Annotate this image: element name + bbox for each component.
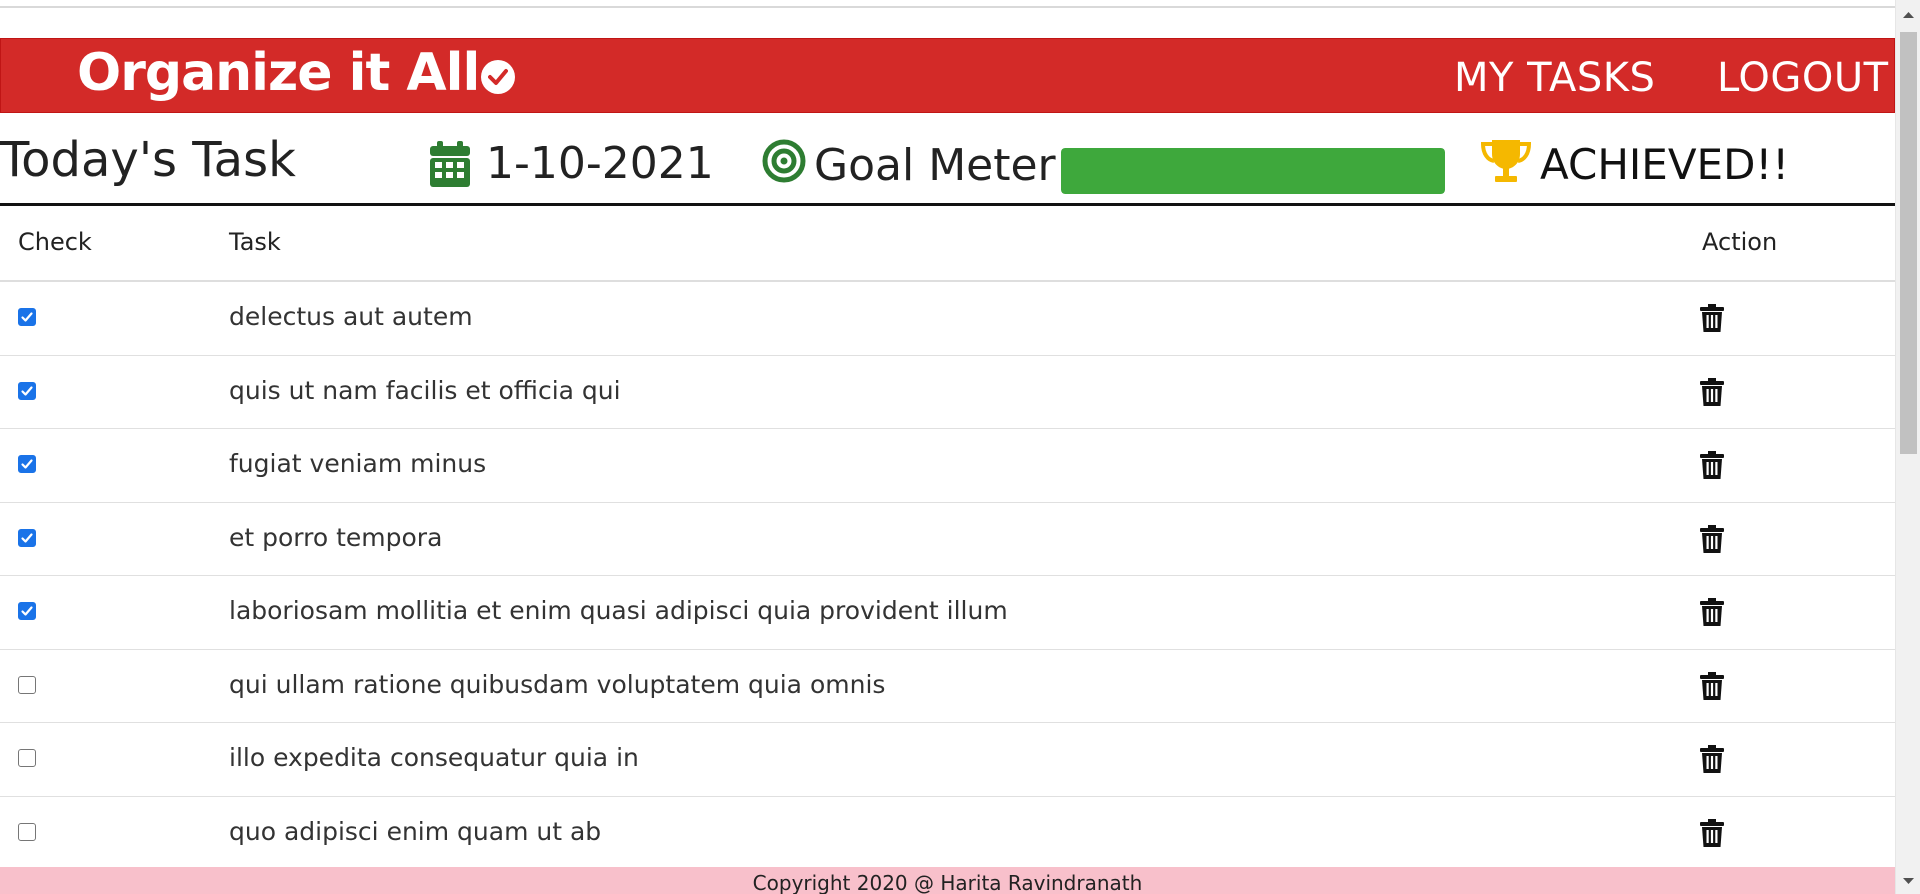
table-header: Check Task Action — [0, 210, 1895, 282]
trophy-icon — [1480, 140, 1532, 182]
trash-icon[interactable] — [1700, 671, 1724, 700]
goal-status: ACHIEVED!! — [1540, 140, 1790, 189]
info-bar: Today's Task 1-10-2021 Goal Meter ACHIEV… — [0, 114, 1895, 206]
nav-my-tasks[interactable]: MY TASKS — [1454, 55, 1655, 101]
table-row: laboriosam mollitia et enim quasi adipis… — [0, 576, 1895, 650]
check-circle-icon — [481, 60, 516, 94]
table-row: delectus aut autem — [0, 282, 1895, 356]
task-checkbox[interactable] — [18, 381, 36, 400]
trash-icon[interactable] — [1700, 304, 1724, 332]
trash-icon[interactable] — [1700, 598, 1724, 626]
window-top-border — [0, 6, 1895, 8]
task-text: quo adipisci enim quam ut ab — [229, 816, 602, 846]
task-table: Check Task Action delectus aut autem quis… — [0, 210, 1895, 870]
goal-meter-fill — [1061, 148, 1445, 194]
trash-icon[interactable] — [1700, 524, 1724, 553]
table-row: qui ullam ratione quibusdam voluptatem q… — [0, 650, 1895, 723]
task-text: qui ullam ratione quibusdam voluptatem q… — [229, 669, 886, 699]
footer: Copyright 2020 @ Harita Ravindranath — [0, 867, 1895, 894]
table-row: quo adipisci enim quam ut ab — [0, 797, 1895, 870]
brand[interactable]: Organize it All — [77, 43, 516, 103]
scroll-down-arrow-icon[interactable] — [1896, 872, 1920, 890]
trash-icon[interactable] — [1700, 451, 1724, 479]
goal-meter-label: Goal Meter — [814, 140, 1056, 191]
date-text: 1-10-2021 — [486, 138, 714, 189]
column-header-action: Action — [1702, 228, 1778, 256]
column-header-task: Task — [229, 228, 281, 256]
goal-meter — [1061, 148, 1445, 194]
task-text: et porro tempora — [229, 522, 443, 552]
target-icon — [762, 139, 806, 183]
task-text: fugiat veniam minus — [229, 449, 487, 478]
table-row: illo expedita consequatur quia in — [0, 723, 1895, 797]
task-checkbox[interactable] — [18, 455, 36, 473]
task-text: laboriosam mollitia et enim quasi adipis… — [229, 596, 1008, 625]
table-row: fugiat veniam minus — [0, 429, 1895, 503]
task-checkbox[interactable] — [18, 602, 36, 620]
trash-icon[interactable] — [1700, 377, 1724, 406]
table-row: quis ut nam facilis et officia qui — [0, 356, 1895, 429]
task-checkbox[interactable] — [18, 675, 36, 694]
nav-logout[interactable]: LOGOUT — [1717, 55, 1889, 101]
page-title: Today's Task — [0, 132, 296, 188]
scrollbar[interactable] — [1895, 0, 1920, 894]
scrollbar-thumb[interactable] — [1900, 32, 1917, 454]
navbar: Organize it All MY TASKS LOGOUT — [0, 38, 1895, 113]
column-header-check: Check — [18, 228, 92, 256]
task-text: quis ut nam facilis et officia qui — [229, 375, 621, 405]
trash-icon[interactable] — [1700, 745, 1724, 773]
table-row: et porro tempora — [0, 503, 1895, 576]
task-checkbox[interactable] — [18, 822, 36, 841]
task-checkbox[interactable] — [18, 308, 36, 326]
copyright-text: Copyright 2020 @ Harita Ravindranath — [752, 871, 1143, 894]
task-text: delectus aut autem — [229, 302, 473, 331]
scroll-up-arrow-icon[interactable] — [1896, 6, 1920, 24]
trash-icon[interactable] — [1700, 818, 1724, 847]
task-text: illo expedita consequatur quia in — [229, 743, 639, 772]
task-checkbox[interactable] — [18, 528, 36, 547]
calendar-icon — [430, 141, 470, 187]
table-body: delectus aut autem quis ut nam facilis et… — [0, 282, 1895, 870]
brand-title: Organize it All — [77, 43, 480, 103]
task-checkbox[interactable] — [18, 749, 36, 767]
